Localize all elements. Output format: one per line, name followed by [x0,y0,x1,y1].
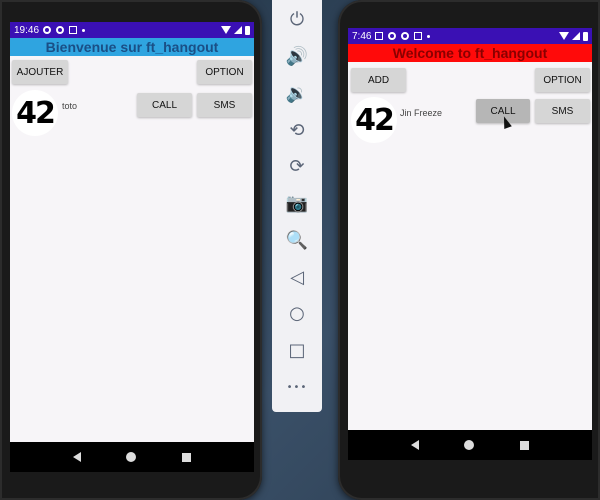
left-device-frame: 19:46 Bienvenue sur ft_hangout AJOUTER O… [0,0,262,500]
dot-status-icon [427,34,431,38]
call-button[interactable]: CALL [137,93,192,117]
left-status-bar: 19:46 [10,22,254,38]
contact-avatar[interactable]: 42 [351,97,397,143]
more-icon[interactable]: ••• [285,375,309,399]
battery-icon [245,25,250,35]
nav-home-icon[interactable] [126,452,137,462]
home-icon[interactable]: ○ [285,302,309,326]
settings-status-icon [43,26,52,34]
contact-name[interactable]: Jin Freeze [400,108,442,118]
add-button[interactable]: AJOUTER [12,60,68,84]
volume-down-icon[interactable]: 🔉 [285,81,309,105]
wifi-icon [559,32,569,40]
settings-status-icon [388,32,397,40]
status-time: 19:46 [14,24,40,36]
left-navigation-bar [10,442,254,472]
status-time: 7:46 [352,30,372,42]
notification-status-icon [414,32,423,40]
rotate-right-icon[interactable]: ⟳ [285,155,309,179]
power-icon[interactable]: ⏻ [285,8,309,32]
right-device-screen: 7:46 Welcome to ft_hangout ADD OPTION 42… [348,28,592,460]
nav-home-icon[interactable] [464,440,475,450]
message-status-icon [375,32,384,40]
contact-avatar[interactable]: 42 [12,90,58,136]
rotate-left-icon[interactable]: ⟲ [285,118,309,142]
add-button[interactable]: ADD [351,68,406,92]
option-button[interactable]: OPTION [535,68,590,92]
right-device-frame: 7:46 Welcome to ft_hangout ADD OPTION 42… [338,0,600,500]
emulator-toolbar: ⏻ 🔊 🔉 ⟲ ⟳ 📷 🔍 ◁ ○ □ ••• [272,0,322,412]
option-button[interactable]: OPTION [197,60,252,84]
contact-name[interactable]: toto [62,101,77,111]
settings-status-icon [56,26,65,34]
back-icon[interactable]: ◁ [285,265,309,289]
sms-button[interactable]: SMS [197,93,252,117]
right-status-bar: 7:46 [348,28,592,44]
nav-recent-icon[interactable] [520,440,530,450]
volume-up-icon[interactable]: 🔊 [285,45,309,69]
nav-recent-icon[interactable] [182,452,192,462]
right-navigation-bar [348,430,592,460]
app-title: Welcome to ft_hangout [348,44,592,62]
app-title: Bienvenue sur ft_hangout [10,38,254,56]
signal-icon [572,32,580,40]
overview-icon[interactable]: □ [285,339,309,363]
camera-icon[interactable]: 📷 [285,192,309,216]
sms-button[interactable]: SMS [535,99,590,123]
battery-icon [583,31,588,41]
dot-status-icon [82,28,86,32]
settings-status-icon [401,32,410,40]
zoom-icon[interactable]: 🔍 [285,228,309,252]
nav-back-icon[interactable] [72,452,81,462]
notification-status-icon [69,26,78,34]
signal-icon [234,26,242,34]
wifi-icon [221,26,231,34]
nav-back-icon[interactable] [410,440,419,450]
left-device-screen: 19:46 Bienvenue sur ft_hangout AJOUTER O… [10,22,254,472]
